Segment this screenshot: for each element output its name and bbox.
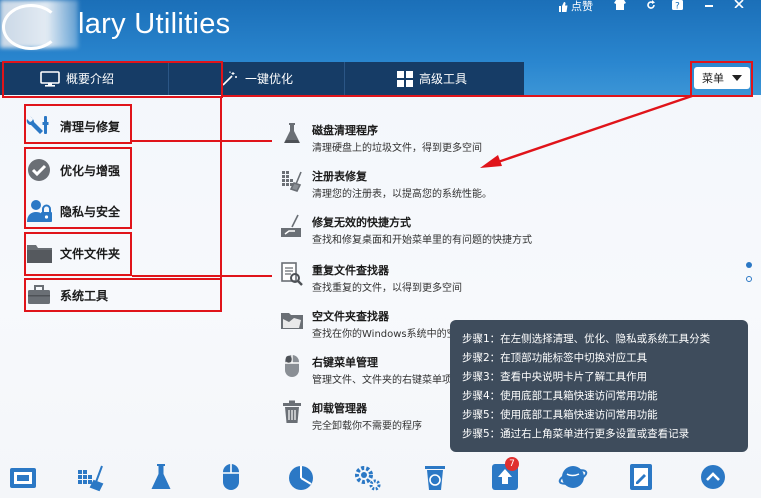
tooltip-line: 步骤1：在左侧选择清理、优化、隐私或系统工具分类 — [462, 333, 711, 345]
tool-desc: 查找重复的文件，以得到更多空间 — [312, 283, 462, 294]
globe-icon[interactable] — [558, 462, 588, 492]
thumb-up-icon — [559, 2, 568, 12]
nav-bar: 概要介绍 一键优化 高级工具 — [0, 62, 524, 95]
sidebar-item-label: 优化与增强 — [60, 163, 121, 178]
tool-name: 注册表修复 — [312, 170, 367, 183]
page-dot-active[interactable] — [746, 262, 752, 268]
tab-advanced-tools[interactable]: 高级工具 — [344, 62, 524, 95]
tab-one-click-optimize-label: 一键优化 — [245, 72, 294, 86]
sidebar-item-optimize-enhance[interactable]: 优化与增强 — [26, 158, 120, 182]
tool-name: 重复文件查找器 — [312, 264, 389, 277]
tooltip-line: 步骤4：使用底部工具箱快速访问常用功能 — [462, 390, 658, 402]
sidebar-item-label: 文件文件夹 — [60, 246, 121, 261]
help-icon[interactable]: ? — [672, 0, 683, 10]
user-lock-icon — [27, 200, 52, 222]
tool-desc: 完全卸载你不需要的程序 — [312, 421, 422, 432]
tool-name: 修复无效的快捷方式 — [312, 216, 411, 229]
annotation-line-vertical — [220, 96, 222, 280]
tool-desc: 查找和修复桌面和开始菜单里的有问题的快捷方式 — [312, 235, 532, 246]
app-window: lary Utilities 点赞 ? 概要介绍 一键优化 高级工具 菜单 清理… — [0, 0, 761, 498]
mouse-icon[interactable] — [216, 462, 246, 492]
note-icon[interactable] — [626, 462, 656, 492]
title-bar: lary Utilities 点赞 ? — [0, 0, 761, 62]
app-title: lary Utilities — [78, 8, 231, 40]
disk-icon[interactable] — [8, 462, 38, 492]
tool-name: 右键菜单管理 — [312, 356, 378, 369]
duplicate-search-icon — [281, 262, 303, 286]
tool-desc: 清理硬盘上的垃圾文件，得到更多空间 — [312, 143, 482, 154]
registry-icon[interactable] — [76, 462, 106, 492]
tab-one-click-optimize[interactable]: 一键优化 — [168, 62, 344, 95]
menu-button[interactable]: 菜单 — [694, 67, 750, 89]
bottom-toolbar — [0, 458, 761, 498]
tool-desc: 管理文件、文件夹的右键菜单项 — [312, 375, 452, 386]
tab-overview-label: 概要介绍 — [66, 72, 115, 86]
notification-badge: 7 — [505, 457, 519, 471]
minimize-icon[interactable] — [704, 0, 714, 8]
briefcase-icon — [28, 285, 50, 304]
chevron-up-icon[interactable] — [698, 462, 728, 492]
sidebar-item-system-tools[interactable]: 系统工具 — [26, 284, 108, 306]
tab-advanced-tools-label: 高级工具 — [419, 72, 468, 86]
folder-icon — [27, 245, 52, 263]
annotation-line-files — [132, 275, 272, 277]
checkmark-icon — [28, 159, 50, 181]
magic-wand-icon — [222, 71, 237, 86]
tooltip-line: 步骤5：使用底部工具箱快速访问常用功能 — [462, 409, 658, 421]
refresh-icon[interactable] — [646, 0, 656, 10]
flask-icon — [284, 123, 300, 143]
tool-name: 磁盘清理程序 — [312, 124, 378, 137]
shortcut-broom-icon — [281, 214, 301, 237]
svg-text:?: ? — [675, 2, 680, 11]
registry-broom-icon — [282, 171, 302, 192]
tooltip-line: 步骤2：在顶部功能标签中切换对应工具 — [462, 352, 648, 364]
sidebar-item-clean-repair[interactable]: 清理与修复 — [26, 114, 120, 138]
close-icon[interactable] — [734, 0, 744, 8]
mouse-icon — [285, 355, 299, 377]
monitor-icon — [40, 70, 60, 87]
pie-chart-icon[interactable] — [286, 462, 316, 492]
tool-name: 卸载管理器 — [312, 402, 367, 415]
steps-tooltip: 步骤1：在左侧选择清理、优化、隐私或系统工具分类 步骤2：在顶部功能标签中切换对… — [450, 320, 748, 452]
tab-overview[interactable]: 概要介绍 — [0, 62, 168, 95]
menu-button-label: 菜单 — [702, 72, 724, 85]
recycle-trash-icon[interactable] — [420, 462, 450, 492]
sidebar-item-label: 清理与修复 — [60, 119, 121, 134]
tooltip-line: 步骤3：查看中央说明卡片了解工具作用 — [462, 371, 648, 383]
annotation-arrow — [480, 94, 693, 168]
trash-icon — [283, 400, 301, 423]
tool-desc: 清理您的注册表，以提高您的系统性能。 — [312, 189, 492, 200]
like-button[interactable]: 点赞 — [558, 0, 593, 14]
tool-name: 空文件夹查找器 — [312, 310, 389, 323]
caret-down-icon — [732, 75, 742, 81]
sidebar-item-label: 系统工具 — [60, 288, 109, 303]
app-logo — [2, 4, 60, 50]
wrench-icon — [26, 116, 49, 134]
tooltip-line: 步骤5：通过右上角菜单进行更多设置或查看记录 — [462, 428, 690, 440]
flask-icon[interactable] — [146, 462, 176, 492]
sidebar-item-label: 隐私与安全 — [60, 204, 121, 219]
gears-icon[interactable] — [352, 462, 382, 492]
sidebar-item-files-folders[interactable]: 文件文件夹 — [26, 242, 120, 264]
shirt-icon[interactable] — [614, 0, 626, 10]
like-label: 点赞 — [571, 0, 593, 13]
page-dot[interactable] — [746, 276, 752, 282]
annotation-line-clean — [132, 140, 272, 142]
grid-icon — [397, 70, 413, 87]
sidebar-item-privacy-security[interactable]: 隐私与安全 — [26, 199, 120, 223]
empty-folder-icon — [281, 313, 303, 329]
